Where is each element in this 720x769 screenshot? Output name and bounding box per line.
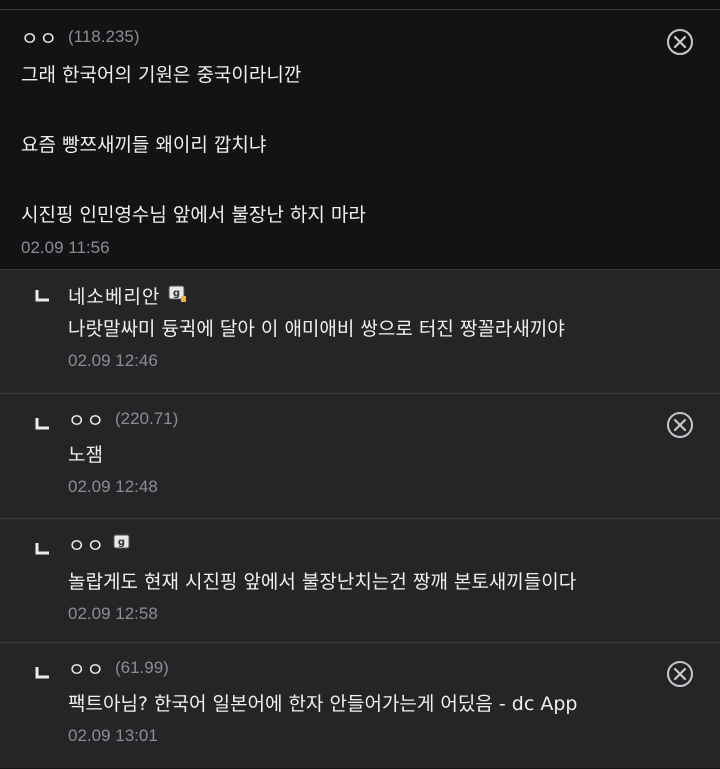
reply-author[interactable]: 네소베리안 <box>68 282 160 309</box>
reply-date: 02.09 12:46 <box>68 351 158 370</box>
gallog-badge-icon: g <box>113 534 130 548</box>
comment-line: 시진핑 인민영수님 앞에서 불장난 하지 마라 <box>21 204 366 226</box>
reply-ip: (61.99) <box>114 658 169 677</box>
reply: ㅇㅇ (220.71) 노잼 02.09 12:48 <box>0 394 720 519</box>
comment-line <box>21 169 700 192</box>
svg-text:g: g <box>118 537 125 548</box>
comment-author[interactable]: ㅇㅇ <box>21 24 58 51</box>
comment-date: 02.09 11:56 <box>21 238 110 257</box>
comment: ㅇㅇ (118.235) 그래 한국어의 기원은 중국이라니깐 요즘 빵쯔새끼들… <box>0 10 720 270</box>
comment-line <box>21 99 700 122</box>
gallog-badge-icon: g <box>168 285 187 302</box>
reply: ㅇㅇ (61.99) 팩트아님? 한국어 일본어에 한자 안들어가는게 어딨음 … <box>0 643 720 768</box>
reply-arrow-icon <box>35 290 49 302</box>
comment-line: 그래 한국어의 기원은 중국이라니깐 <box>21 64 302 86</box>
top-divider <box>0 0 720 10</box>
reply-text: 팩트아님? 한국어 일본어에 한자 안들어가는게 어딨음 - dc App <box>68 693 578 715</box>
reply-text: 놀랍게도 현재 시진핑 앞에서 불장난치는건 짱깨 본토새끼들이다 <box>68 571 577 593</box>
reply-author[interactable]: ㅇㅇ <box>68 655 105 682</box>
reply-text: 나랏말싸미 듕귁에 달아 이 애미애비 쌍으로 터진 짱꼴라새끼야 <box>68 318 565 340</box>
comment-body: 그래 한국어의 기원은 중국이라니깐 요즘 빵쯔새끼들 왜이리 깝치냐 시진핑 … <box>21 64 700 227</box>
reply-arrow-icon <box>35 543 49 555</box>
close-circle-icon[interactable] <box>666 411 694 439</box>
reply-date: 02.09 12:48 <box>68 477 158 496</box>
comment-line: 요즘 빵쯔새끼들 왜이리 깝치냐 <box>21 134 267 156</box>
reply-header: ㅇㅇ (220.71) <box>68 406 700 433</box>
close-circle-icon[interactable] <box>666 660 694 688</box>
reply-header: 네소베리안 g <box>68 282 700 309</box>
comment-ip: (118.235) <box>67 27 140 46</box>
svg-text:g: g <box>173 288 180 299</box>
reply-header: ㅇㅇ g <box>68 531 700 558</box>
reply-author[interactable]: ㅇㅇ <box>68 531 105 558</box>
reply-arrow-icon <box>35 418 49 430</box>
close-circle-icon[interactable] <box>666 28 694 56</box>
reply-author[interactable]: ㅇㅇ <box>68 406 105 433</box>
reply-text: 노잼 <box>68 444 103 466</box>
reply-date: 02.09 12:58 <box>68 604 158 623</box>
reply-date: 02.09 13:01 <box>68 726 158 745</box>
reply-ip: (220.71) <box>114 409 179 428</box>
reply-header: ㅇㅇ (61.99) <box>68 655 700 682</box>
reply: 네소베리안 g 나랏말싸미 듕귁에 달아 이 애미애비 쌍으로 터진 짱꼴라새끼… <box>0 270 720 394</box>
reply-arrow-icon <box>35 667 49 679</box>
reply: ㅇㅇ g 놀랍게도 현재 시진핑 앞에서 불장난치는건 짱깨 본토새끼들이다 0… <box>0 519 720 643</box>
comment-header: ㅇㅇ (118.235) <box>21 24 700 51</box>
